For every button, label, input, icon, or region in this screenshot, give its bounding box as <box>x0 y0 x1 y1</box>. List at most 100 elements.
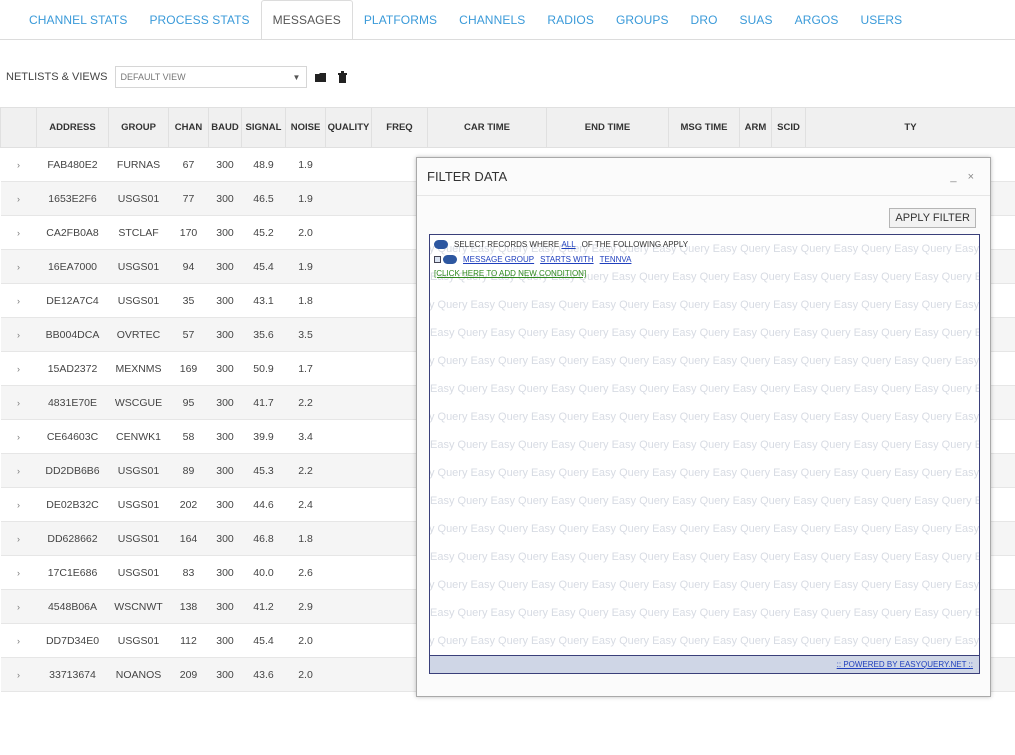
tab-dro[interactable]: DRO <box>680 0 729 39</box>
tab-platforms[interactable]: PLATFORMS <box>353 0 448 39</box>
table-cell: USGS01 <box>108 623 169 658</box>
row-expand-icon[interactable]: › <box>0 351 37 386</box>
table-cell-hidden <box>325 351 372 386</box>
condition-value-link[interactable]: TENNVA <box>600 255 632 264</box>
tab-process-stats[interactable]: PROCESS STATS <box>138 0 260 39</box>
table-cell: DD628662 <box>36 521 109 556</box>
window-controls[interactable]: _ × <box>950 171 978 183</box>
table-cell: 15AD2372 <box>36 351 109 386</box>
column-header[interactable]: TY <box>805 107 1015 148</box>
row-expand-icon[interactable]: › <box>0 521 37 556</box>
table-cell: DD7D34E0 <box>36 623 109 658</box>
row-expand-icon[interactable]: › <box>0 419 37 454</box>
tab-channels[interactable]: CHANNELS <box>448 0 536 39</box>
table-cell: 45.2 <box>241 215 286 250</box>
query-panel: Easy Query Easy Query Easy Query Easy Qu… <box>429 234 980 656</box>
table-cell: 3.4 <box>285 419 326 454</box>
table-cell: 45.4 <box>241 249 286 284</box>
column-header[interactable]: END TIME <box>546 107 669 148</box>
tab-groups[interactable]: GROUPS <box>605 0 680 39</box>
tab-messages[interactable]: MESSAGES <box>260 0 353 39</box>
table-cell: 44.6 <box>241 487 286 522</box>
delete-view-button[interactable] <box>333 67 352 87</box>
condition-field-link[interactable]: MESSAGE GROUP <box>463 255 534 264</box>
table-cell: 2.6 <box>285 555 326 590</box>
table-cell-hidden <box>325 147 372 182</box>
row-expand-icon[interactable]: › <box>0 147 37 182</box>
table-cell: 95 <box>168 385 209 420</box>
table-cell: USGS01 <box>108 521 169 556</box>
filter-dialog-header[interactable]: FILTER DATA _ × <box>417 158 990 196</box>
table-cell: MEXNMS <box>108 351 169 386</box>
column-header[interactable]: SCID <box>771 107 806 148</box>
view-select[interactable]: DEFAULT VIEW ▼ <box>115 66 308 88</box>
table-cell: 300 <box>208 317 242 352</box>
table-cell: 1.9 <box>285 249 326 284</box>
tab-radios[interactable]: RADIOS <box>536 0 605 39</box>
row-expand-icon[interactable]: › <box>0 657 37 692</box>
row-expand-icon[interactable]: › <box>0 453 37 488</box>
row-expand-icon[interactable]: › <box>0 555 37 590</box>
column-header[interactable]: GROUP <box>108 107 169 148</box>
table-cell: 35.6 <box>241 317 286 352</box>
table-cell: 58 <box>168 419 209 454</box>
netlists-label: NETLISTS & VIEWS <box>6 71 108 83</box>
table-cell: 17C1E686 <box>36 555 109 590</box>
table-cell: 4548B06A <box>36 589 109 624</box>
row-expand-icon[interactable]: › <box>0 623 37 658</box>
column-header[interactable]: MSG TIME <box>668 107 740 148</box>
tab-users[interactable]: USERS <box>849 0 913 39</box>
condition-toggle-icon[interactable] <box>443 255 457 264</box>
condition-operator-link[interactable]: STARTS WITH <box>540 255 593 264</box>
row-expand-icon[interactable]: › <box>0 385 37 420</box>
table-cell-hidden <box>325 215 372 250</box>
tab-argos[interactable]: ARGOS <box>784 0 850 39</box>
table-cell: DE02B32C <box>36 487 109 522</box>
condition-checkbox[interactable] <box>434 256 441 263</box>
group-toggle-icon[interactable] <box>434 240 448 249</box>
column-header[interactable]: SIGNAL <box>241 107 286 148</box>
table-cell: WSCNWT <box>108 589 169 624</box>
table-cell: 300 <box>208 623 242 658</box>
table-cell-hidden <box>325 453 372 488</box>
table-cell: 43.1 <box>241 283 286 318</box>
row-expand-icon[interactable]: › <box>0 487 37 522</box>
column-header[interactable]: BAUD <box>208 107 242 148</box>
table-cell: 67 <box>168 147 209 182</box>
table-cell: 112 <box>168 623 209 658</box>
row-expand-icon[interactable]: › <box>0 589 37 624</box>
tab-channel-stats[interactable]: CHANNEL STATS <box>18 0 138 39</box>
root-link-all[interactable]: ALL <box>561 240 575 249</box>
apply-filter-button[interactable]: APPLY FILTER <box>889 208 976 228</box>
table-cell: FAB480E2 <box>36 147 109 182</box>
table-cell: USGS01 <box>108 453 169 488</box>
table-cell: 89 <box>168 453 209 488</box>
open-view-button[interactable] <box>311 67 330 87</box>
column-header[interactable]: ARM <box>739 107 772 148</box>
powered-by-link[interactable]: :: POWERED BY EASYQUERY.NET :: <box>837 660 973 669</box>
table-cell: 170 <box>168 215 209 250</box>
column-header[interactable] <box>0 107 37 148</box>
table-cell: 138 <box>168 589 209 624</box>
column-header[interactable]: CHAN <box>168 107 209 148</box>
column-header[interactable]: ADDRESS <box>36 107 109 148</box>
row-expand-icon[interactable]: › <box>0 283 37 318</box>
table-cell: 50.9 <box>241 351 286 386</box>
table-cell: 45.4 <box>241 623 286 658</box>
column-header[interactable]: NOISE <box>285 107 326 148</box>
column-header[interactable]: FREQ <box>371 107 428 148</box>
row-expand-icon[interactable]: › <box>0 249 37 284</box>
tab-suas[interactable]: SUAS <box>729 0 784 39</box>
table-cell-hidden <box>325 657 372 692</box>
row-expand-icon[interactable]: › <box>0 215 37 250</box>
table-cell: USGS01 <box>108 283 169 318</box>
add-condition-link[interactable]: [CLICK HERE TO ADD NEW CONDITION] <box>434 269 586 278</box>
table-cell: 48.9 <box>241 147 286 182</box>
column-header[interactable]: CAR TIME <box>427 107 547 148</box>
row-expand-icon[interactable]: › <box>0 317 37 352</box>
row-expand-icon[interactable]: › <box>0 181 37 216</box>
table-cell: 209 <box>168 657 209 692</box>
table-cell: 164 <box>168 521 209 556</box>
column-header[interactable]: QUALITY <box>325 107 372 148</box>
table-cell: 300 <box>208 181 242 216</box>
